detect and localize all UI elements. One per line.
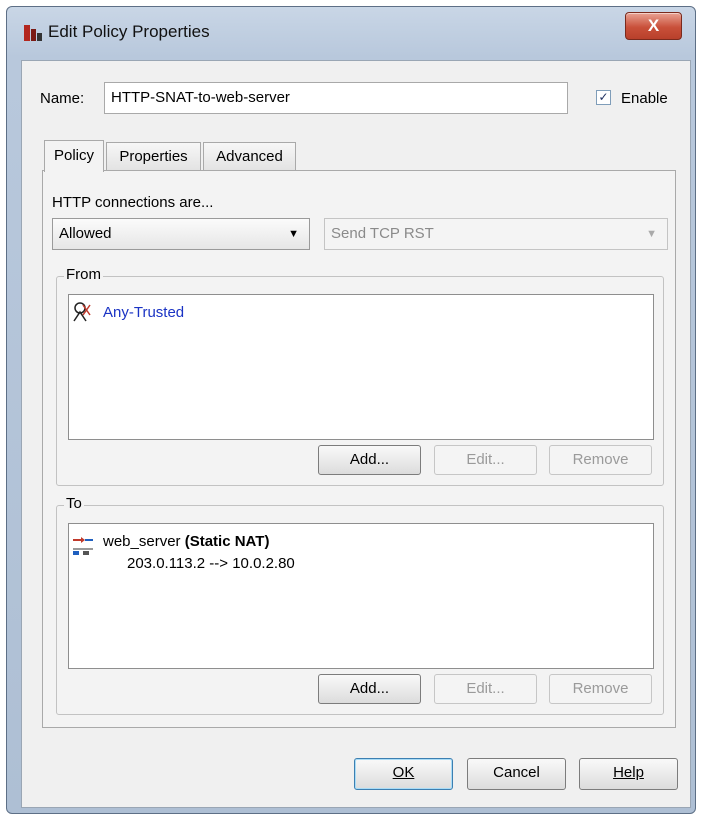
- ok-button[interactable]: OK: [354, 758, 453, 790]
- close-button[interactable]: X: [625, 12, 682, 40]
- static-nat-icon: [71, 534, 95, 558]
- app-icon: [22, 22, 44, 44]
- action-select-value: Allowed: [59, 225, 112, 242]
- tab-properties[interactable]: Properties: [106, 142, 201, 170]
- from-remove-button[interactable]: Remove: [549, 445, 652, 475]
- from-listbox[interactable]: Any-Trusted: [68, 294, 654, 440]
- secondary-action-value: Send TCP RST: [331, 225, 434, 242]
- action-select[interactable]: Allowed ▼: [52, 218, 310, 250]
- dropdown-arrow-icon: ▼: [646, 228, 657, 240]
- name-input[interactable]: HTTP-SNAT-to-web-server: [104, 82, 568, 114]
- to-remove-button[interactable]: Remove: [549, 674, 652, 704]
- to-item-name: web_server: [103, 533, 181, 550]
- to-edit-button[interactable]: Edit...: [434, 674, 537, 704]
- from-item-any-trusted[interactable]: Any-Trusted: [103, 304, 184, 321]
- secondary-action-select[interactable]: Send TCP RST ▼: [324, 218, 668, 250]
- help-button-label: Help: [613, 764, 644, 781]
- dropdown-arrow-icon: ▼: [288, 228, 299, 240]
- help-button[interactable]: Help: [579, 758, 678, 790]
- to-item-type: (Static NAT): [184, 533, 270, 550]
- connections-label: HTTP connections are...: [52, 194, 214, 211]
- window-title: Edit Policy Properties: [48, 22, 210, 41]
- tab-advanced[interactable]: Advanced: [203, 142, 296, 170]
- from-edit-button[interactable]: Edit...: [434, 445, 537, 475]
- enable-checkbox[interactable]: ✓: [596, 90, 611, 105]
- to-item-name-row[interactable]: web_server (Static NAT): [103, 533, 269, 550]
- alias-icon: [71, 301, 93, 323]
- cancel-button[interactable]: Cancel: [467, 758, 566, 790]
- enable-label: Enable: [621, 90, 668, 107]
- to-item-mapping: 203.0.113.2 --> 10.0.2.80: [127, 555, 295, 572]
- to-add-button[interactable]: Add...: [318, 674, 421, 704]
- tab-policy[interactable]: Policy: [44, 140, 104, 172]
- to-legend: To: [64, 495, 84, 512]
- from-legend: From: [64, 266, 103, 283]
- ok-button-label: OK: [392, 764, 415, 781]
- to-listbox[interactable]: web_server (Static NAT) 203.0.113.2 --> …: [68, 523, 654, 669]
- from-add-button[interactable]: Add...: [318, 445, 421, 475]
- name-label: Name:: [40, 90, 85, 107]
- close-icon: X: [647, 16, 660, 35]
